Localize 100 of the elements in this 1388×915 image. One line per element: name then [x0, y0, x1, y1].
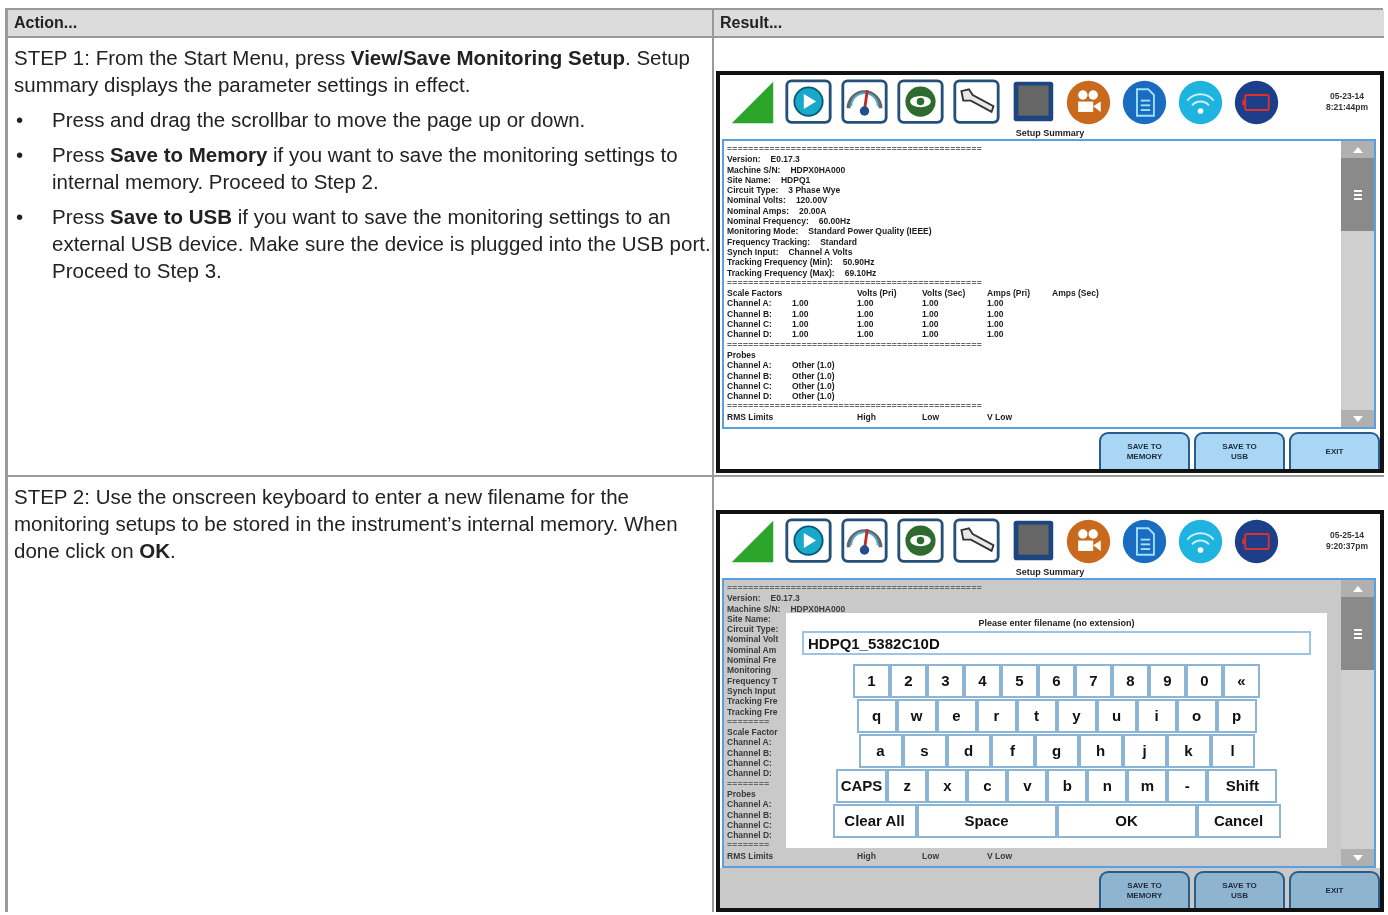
gauge-icon[interactable]: [840, 516, 889, 566]
keyboard-key[interactable]: Shift: [1207, 769, 1278, 803]
keyboard-key[interactable]: g: [1034, 734, 1079, 768]
keyboard-key[interactable]: 8: [1112, 664, 1149, 698]
eye-icon[interactable]: [896, 516, 945, 566]
bullet-text: Press Save to Memory if you want to save the monitoring settings to internal memory. Proceed to Step 2.: [52, 142, 679, 195]
keyboard-key[interactable]: -: [1167, 769, 1208, 803]
summary-label: Channel C:: [727, 758, 772, 769]
keyboard-key[interactable]: 5: [1001, 664, 1038, 698]
summary-value: 1.00: [987, 298, 1005, 309]
keyboard-key[interactable]: Space: [916, 804, 1057, 838]
scrollbar[interactable]: [1341, 141, 1374, 427]
keyboard-key[interactable]: 3: [927, 664, 964, 698]
summary-label: Machine S/N:: [727, 603, 781, 614]
keyboard-key[interactable]: 4: [964, 664, 1001, 698]
keyboard-key[interactable]: OK: [1056, 804, 1197, 838]
keyboard-key[interactable]: o: [1176, 699, 1217, 733]
keyboard-key[interactable]: m: [1127, 769, 1168, 803]
keyboard-key[interactable]: 9: [1149, 664, 1186, 698]
summary-value: 50.90Hz: [842, 257, 875, 268]
summary-label: Nominal Fre: [727, 655, 777, 666]
keyboard-key[interactable]: j: [1122, 734, 1167, 768]
screen-button[interactable]: EXIT: [1289, 432, 1380, 469]
keyboard-key[interactable]: y: [1056, 699, 1097, 733]
keyboard-key[interactable]: «: [1223, 664, 1260, 698]
keyboard-key[interactable]: h: [1078, 734, 1123, 768]
summary-value: HDPX0HA000: [790, 164, 846, 175]
summary-label: Channel D:: [727, 830, 772, 841]
keyboard-key[interactable]: s: [902, 734, 947, 768]
section-heading: Scale Factors: [727, 288, 784, 299]
keyboard-key[interactable]: a: [858, 734, 903, 768]
step-text: STEP 1: From the Start Menu, press View/Save Monitoring Setup. Setup summary displays the parameter settings in effect.: [14, 45, 691, 98]
play-icon[interactable]: [784, 77, 833, 127]
keyboard-key[interactable]: q: [856, 699, 897, 733]
keyboard-key[interactable]: b: [1047, 769, 1088, 803]
keyboard-key[interactable]: e: [936, 699, 977, 733]
keyboard-key[interactable]: k: [1166, 734, 1211, 768]
summary-label: Nominal Am: [727, 644, 777, 656]
keyboard-key[interactable]: w: [896, 699, 937, 733]
screen-button[interactable]: SAVE TO MEMORY: [1099, 432, 1190, 469]
summary-label: Site Name:: [727, 613, 771, 625]
keyboard-key[interactable]: 0: [1186, 664, 1223, 698]
keyboard-key[interactable]: r: [976, 699, 1017, 733]
keyboard-key[interactable]: t: [1016, 699, 1057, 733]
date-text: 05-23-14: [1328, 91, 1365, 102]
scroll-thumb-grip-icon[interactable]: [1353, 627, 1362, 640]
time-text: 9:20:37pm: [1325, 541, 1368, 552]
play-icon[interactable]: [784, 516, 833, 566]
summary-label: Version:: [727, 593, 761, 604]
bullet-marker: •: [15, 142, 25, 168]
step-text: STEP 2: Use the onscreen keyboard to enter a new filename for the monitoring setups to be stored in the instrument’s internal memory. When done click on OK.: [14, 484, 679, 564]
keyboard-key[interactable]: 1: [853, 664, 890, 698]
keyboard-key[interactable]: 2: [890, 664, 927, 698]
summary-value: 1.00: [922, 329, 940, 340]
wrench-icon[interactable]: [952, 77, 1001, 127]
scroll-thumb-grip-icon[interactable]: [1353, 188, 1362, 201]
screen-button[interactable]: SAVE TO MEMORY: [1099, 871, 1190, 908]
keyboard-key[interactable]: 6: [1038, 664, 1075, 698]
keyboard-key[interactable]: v: [1007, 769, 1048, 803]
keyboard-key[interactable]: c: [967, 769, 1008, 803]
summary-value: Other (1.0): [792, 360, 836, 371]
keyboard-key[interactable]: x: [927, 769, 968, 803]
wrench-icon[interactable]: [952, 516, 1001, 566]
summary-label: Scale Factor: [727, 727, 778, 738]
summary-value: 1.00: [792, 298, 810, 309]
section-heading: RMS Limits: [727, 411, 775, 422]
column-header: Action...: [8, 10, 712, 38]
keyboard-key[interactable]: u: [1096, 699, 1137, 733]
screen-button[interactable]: EXIT: [1289, 871, 1380, 908]
keyboard-key[interactable]: Cancel: [1196, 804, 1281, 838]
keyboard-key[interactable]: l: [1210, 734, 1255, 768]
separator-text: ================================================: [727, 583, 983, 594]
summary-label: Monitoring: [727, 665, 771, 676]
screen-button[interactable]: SAVE TO USB: [1194, 871, 1285, 908]
keyboard-key[interactable]: f: [990, 734, 1035, 768]
summary-value: 120.00V: [795, 195, 828, 206]
keyboard-key[interactable]: p: [1216, 699, 1257, 733]
keyboard-key[interactable]: Clear All: [832, 804, 917, 838]
keyboard-key[interactable]: z: [887, 769, 928, 803]
keyboard-key[interactable]: n: [1087, 769, 1128, 803]
summary-label: Probes: [727, 788, 756, 800]
filename-field[interactable]: HDPQ1_5382C10D: [802, 631, 1311, 655]
keyboard-key[interactable]: 7: [1075, 664, 1112, 698]
summary-label: Channel B:: [727, 370, 773, 381]
eye-icon[interactable]: [896, 77, 945, 127]
gauge-icon[interactable]: [840, 77, 889, 127]
scrollbar[interactable]: [1341, 580, 1374, 866]
screen-title: Setup Summary: [1014, 566, 1086, 578]
summary-label: Probes: [727, 349, 756, 361]
dialog-prompt: Please enter filename (no extension): [977, 618, 1136, 629]
keyboard-key[interactable]: i: [1136, 699, 1177, 733]
summary-value: HDPX0HA000: [790, 603, 846, 614]
column-heading: High: [857, 850, 877, 861]
summary-value: 1.00: [922, 298, 940, 309]
summary-value: 20.00A: [799, 205, 827, 217]
keyboard-key[interactable]: d: [946, 734, 991, 768]
separator-text: ================================================: [727, 277, 983, 289]
column-heading: Low: [922, 411, 940, 422]
keyboard-key[interactable]: CAPS: [835, 769, 888, 803]
screen-button[interactable]: SAVE TO USB: [1194, 432, 1285, 469]
